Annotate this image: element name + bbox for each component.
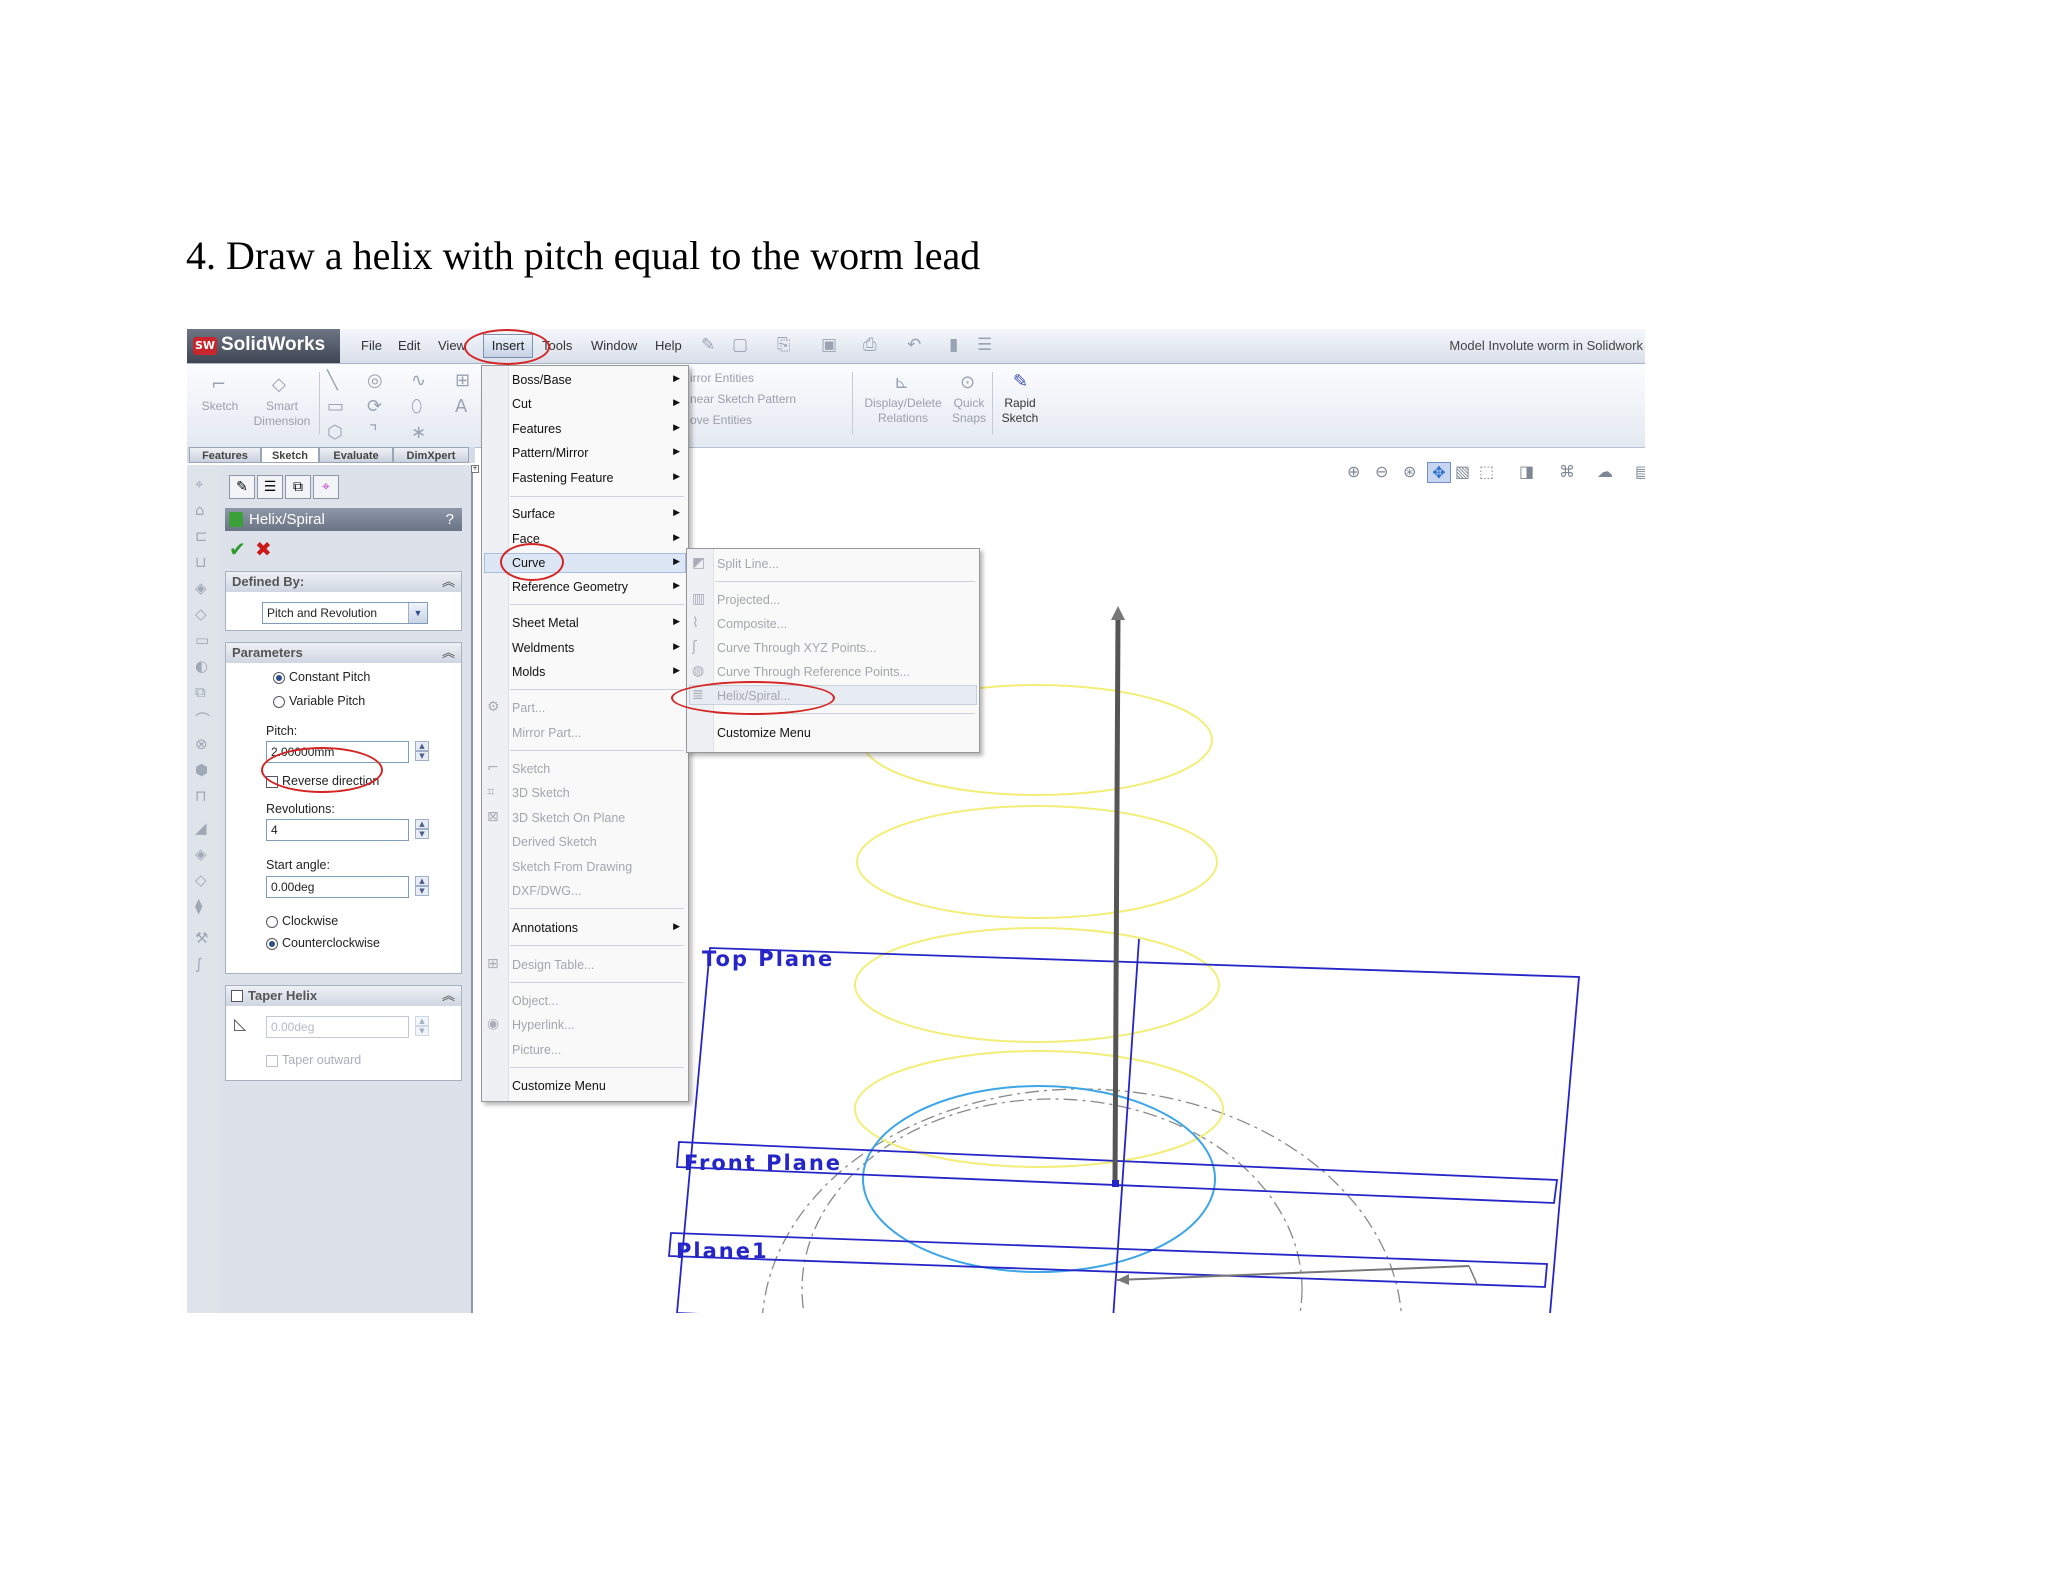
insert-annotations[interactable]: Annotations <box>512 921 578 935</box>
insert-3d-sketch-on-plane[interactable]: 3D Sketch On Plane <box>512 811 625 825</box>
section-view-icon[interactable]: ▧ <box>1455 462 1470 481</box>
pan-icon[interactable]: ✥ <box>1427 462 1451 483</box>
split-line-icon: ◩ <box>692 555 706 571</box>
submenu-arrow-icon: ▶ <box>673 666 680 676</box>
annotation-circle-insert <box>464 329 550 365</box>
scene-icon[interactable]: ▤ <box>1635 462 1645 481</box>
insert-fastening-feature[interactable]: Fastening Feature <box>512 471 613 485</box>
zoom-to-fit-icon[interactable]: ⊕ <box>1347 462 1360 481</box>
insert-hyperlink[interactable]: Hyperlink... <box>512 1018 575 1032</box>
previous-view-icon[interactable]: ⊛ <box>1403 462 1416 481</box>
appearance-icon[interactable]: ☁ <box>1597 462 1613 481</box>
front-plane-label: Front Plane <box>684 1151 843 1175</box>
insert-molds[interactable]: Molds <box>512 665 545 679</box>
menu-separator <box>510 908 684 909</box>
insert-derived-sketch[interactable]: Derived Sketch <box>512 835 597 849</box>
plane1-label: Plane1 <box>676 1239 769 1263</box>
part-icon: ⚙ <box>487 699 500 715</box>
sketch-3d-icon: ⌗ <box>487 784 495 800</box>
submenu-arrow-icon: ▶ <box>673 557 680 567</box>
annotation-circle-curve <box>500 543 564 581</box>
hide-show-icon[interactable]: ⌘ <box>1559 462 1575 481</box>
annotation-circle-helix <box>671 681 835 715</box>
submenu-arrow-icon: ▶ <box>673 581 680 591</box>
menu-separator <box>510 945 684 946</box>
construction-circle-middle <box>801 1098 1303 1313</box>
top-plane-label: Top Plane <box>702 947 835 971</box>
arrow-head-icon <box>1117 1274 1129 1285</box>
submenu-arrow-icon: ▶ <box>673 922 680 932</box>
submenu-arrow-icon: ▶ <box>673 472 680 482</box>
zoom-to-area-icon[interactable]: ⊖ <box>1375 462 1388 481</box>
submenu-arrow-icon: ▶ <box>673 642 680 652</box>
sketch-3d-on-plane-icon: ⊠ <box>487 809 499 825</box>
submenu-arrow-icon: ▶ <box>673 533 680 543</box>
helix-axis-rod <box>1112 616 1121 1186</box>
menu-separator <box>510 496 684 497</box>
submenu-arrow-icon: ▶ <box>673 508 680 518</box>
rod-arrow-icon <box>1111 606 1125 620</box>
insert-weldments[interactable]: Weldments <box>512 641 574 655</box>
insert-cut[interactable]: Cut <box>512 397 531 411</box>
helix-loop <box>856 805 1218 919</box>
submenu-arrow-icon: ▶ <box>673 398 680 408</box>
menu-gutter <box>482 366 509 1101</box>
annotation-circle-pitch <box>261 747 383 793</box>
curve-projected[interactable]: Projected... <box>717 593 780 607</box>
insert-3d-sketch[interactable]: 3D Sketch <box>512 786 570 800</box>
insert-mirror-part[interactable]: Mirror Part... <box>512 726 581 740</box>
insert-sheet-metal[interactable]: Sheet Metal <box>512 616 579 630</box>
menu-separator <box>510 604 684 605</box>
curve-customize-menu[interactable]: Customize Menu <box>717 726 811 740</box>
view-orientation-icon[interactable]: ⬚ <box>1479 462 1494 481</box>
submenu-arrow-icon: ▶ <box>673 423 680 433</box>
design-table-icon: ⊞ <box>487 956 499 972</box>
insert-dxf-dwg[interactable]: DXF/DWG... <box>512 884 581 898</box>
insert-pattern-mirror[interactable]: Pattern/Mirror <box>512 446 588 460</box>
base-circle <box>862 1085 1216 1273</box>
curve-through-xyz[interactable]: Curve Through XYZ Points... <box>717 641 877 655</box>
insert-features[interactable]: Features <box>512 422 561 436</box>
insert-reference-geometry[interactable]: Reference Geometry <box>512 580 628 594</box>
submenu-arrow-icon: ▶ <box>673 617 680 627</box>
insert-design-table[interactable]: Design Table... <box>512 958 594 972</box>
helix-loop <box>854 927 1220 1043</box>
insert-customize-menu[interactable]: Customize Menu <box>512 1079 606 1093</box>
composite-curve-icon: ⌇ <box>692 615 699 631</box>
document-heading: 4. Draw a helix with pitch equal to the … <box>186 233 981 278</box>
menu-separator <box>715 581 975 582</box>
display-style-icon[interactable]: ◨ <box>1519 462 1534 481</box>
curve-split-line[interactable]: Split Line... <box>717 557 779 571</box>
curve-ref-icon: ◍ <box>692 663 705 679</box>
plane1-outline <box>668 1232 1548 1288</box>
hyperlink-icon: ◉ <box>487 1016 500 1032</box>
projected-curve-icon: ▥ <box>692 591 706 607</box>
sketch-menu-icon: ⌐ <box>487 760 499 776</box>
insert-part[interactable]: Part... <box>512 701 545 715</box>
insert-surface[interactable]: Surface <box>512 507 555 521</box>
menu-separator <box>510 1067 684 1068</box>
insert-picture[interactable]: Picture... <box>512 1043 561 1057</box>
insert-object[interactable]: Object... <box>512 994 559 1008</box>
insert-boss-base[interactable]: Boss/Base <box>512 373 572 387</box>
curve-through-reference[interactable]: Curve Through Reference Points... <box>717 665 910 679</box>
menu-separator <box>510 689 684 690</box>
dimension-tick <box>1468 1265 1478 1285</box>
curve-composite[interactable]: Composite... <box>717 617 787 631</box>
curve-submenu: ◩ Split Line... ▥ Projected... ⌇ Composi… <box>686 548 980 753</box>
insert-sketch-from-drawing[interactable]: Sketch From Drawing <box>512 860 632 874</box>
curve-xyz-icon: ʃ <box>692 639 697 655</box>
menu-separator <box>510 982 684 983</box>
insert-menu: Boss/Base ▶ Cut ▶ Features ▶ Pattern/Mir… <box>481 365 689 1102</box>
insert-sketch[interactable]: Sketch <box>512 762 550 776</box>
helix-loop <box>854 1050 1224 1168</box>
submenu-arrow-icon: ▶ <box>673 374 680 384</box>
solidworks-window: SW SolidWorks File Edit View Insert Tool… <box>187 329 1645 1313</box>
origin-point <box>1112 1180 1119 1187</box>
menu-separator <box>510 750 684 751</box>
submenu-arrow-icon: ▶ <box>673 447 680 457</box>
